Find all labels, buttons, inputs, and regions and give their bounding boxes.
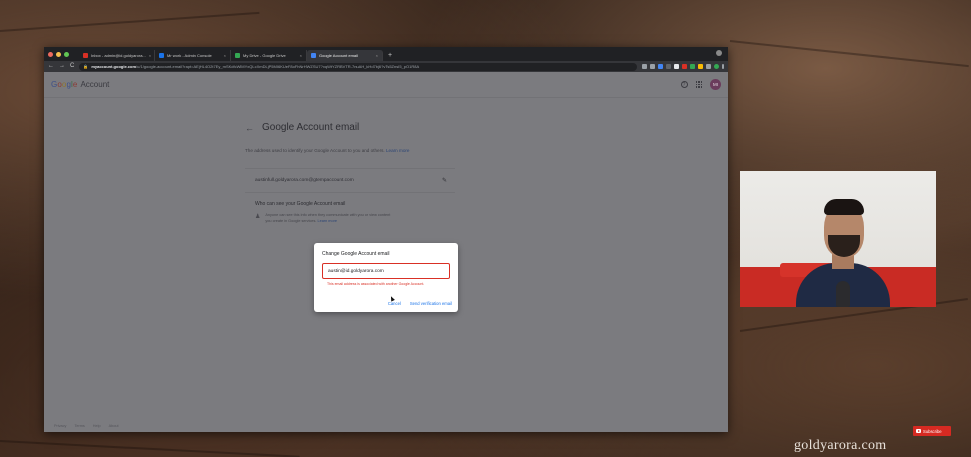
profile-icon[interactable] bbox=[714, 64, 719, 69]
extension-icon[interactable] bbox=[690, 64, 695, 69]
subscribe-button[interactable]: Subscribe bbox=[913, 426, 951, 436]
tab-label: Inbox - admin@id.goldyarora... bbox=[91, 53, 146, 58]
new-tab-button[interactable]: + bbox=[383, 50, 397, 61]
product-name: Account bbox=[80, 80, 110, 89]
address-bar[interactable]: 🔒 myaccount.google.com/u/1/google-accoun… bbox=[79, 62, 637, 71]
tab-google-account-email[interactable]: Google Account email × bbox=[307, 50, 383, 61]
tab-label: Mr work - Admin Console bbox=[167, 53, 212, 58]
tab-google-drive[interactable]: My Drive - Google Drive × bbox=[231, 50, 307, 61]
subscribe-label: Subscribe bbox=[923, 428, 942, 434]
microphone-icon bbox=[836, 281, 850, 307]
back-arrow-icon[interactable]: ← bbox=[245, 123, 254, 133]
dialog-actions: Cancel Send verification email bbox=[388, 301, 452, 306]
header-actions: ? MI bbox=[680, 79, 721, 90]
key-icon[interactable] bbox=[642, 64, 647, 69]
back-button[interactable]: ← bbox=[48, 61, 54, 72]
tab-inbox[interactable]: Inbox - admin@id.goldyarora... × bbox=[79, 50, 155, 61]
apps-grid-icon[interactable] bbox=[695, 81, 702, 88]
email-error-message: This email address is associated with an… bbox=[327, 282, 425, 286]
dialog-title: Change Google Account email bbox=[322, 251, 390, 257]
learn-more-link[interactable]: Learn more bbox=[386, 148, 410, 153]
star-icon[interactable] bbox=[650, 64, 655, 69]
help-icon[interactable]: ? bbox=[680, 81, 688, 88]
lock-icon: 🔒 bbox=[83, 64, 89, 69]
footer-link-privacy[interactable]: Privacy bbox=[54, 424, 66, 428]
close-window-button[interactable] bbox=[48, 51, 53, 57]
url-text: myaccount.google.com/u/1/google-account-… bbox=[91, 64, 419, 69]
google-icon bbox=[311, 53, 316, 58]
url-path: /u/1/google-account-email?rapt=AEjHL4O2t… bbox=[136, 64, 420, 69]
extension-icon[interactable] bbox=[698, 64, 703, 69]
people-icon: ♟ bbox=[255, 214, 261, 220]
cancel-button[interactable]: Cancel bbox=[388, 301, 401, 306]
window-controls bbox=[48, 47, 69, 61]
extension-icon[interactable] bbox=[658, 64, 663, 69]
wood-grain bbox=[0, 440, 300, 457]
footer-link-about[interactable]: About bbox=[109, 424, 119, 428]
page: Google Account ? MI ← Google Account ema… bbox=[44, 72, 728, 432]
google-logo[interactable]: Google bbox=[51, 80, 77, 89]
wood-grain bbox=[729, 40, 969, 68]
who-can-see-text: Anyone can see this info when they commu… bbox=[265, 213, 395, 224]
url-domain: myaccount.google.com bbox=[91, 64, 137, 69]
title-row: ← Google Account email bbox=[245, 122, 455, 133]
extension-icon[interactable] bbox=[682, 64, 687, 69]
forward-button[interactable]: → bbox=[59, 61, 65, 72]
who-learn-more-link[interactable]: Learn more bbox=[318, 219, 337, 223]
browser-window: Inbox - admin@id.goldyarora... × Mr work… bbox=[44, 47, 728, 432]
drive-icon bbox=[235, 53, 240, 58]
send-verification-button[interactable]: Send verification email bbox=[410, 301, 452, 306]
edit-icon[interactable]: ✎ bbox=[442, 177, 447, 184]
tab-label: My Drive - Google Drive bbox=[243, 53, 286, 58]
close-tab-icon[interactable]: × bbox=[149, 53, 151, 58]
current-email-row[interactable]: austinfull.goldyarora.com@gtempaccount.c… bbox=[245, 168, 455, 193]
tab-bar: Inbox - admin@id.goldyarora... × Mr work… bbox=[44, 47, 728, 61]
minimize-window-button[interactable] bbox=[56, 51, 61, 57]
extension-icon[interactable] bbox=[674, 64, 679, 69]
page-footer: Privacy Terms Help About bbox=[54, 424, 119, 428]
avatar[interactable]: MI bbox=[710, 79, 721, 90]
close-tab-icon[interactable]: × bbox=[376, 53, 378, 58]
extension-icon[interactable] bbox=[706, 64, 711, 69]
footer-link-help[interactable]: Help bbox=[93, 424, 101, 428]
close-tab-icon[interactable]: × bbox=[300, 53, 302, 58]
extensions-area bbox=[642, 64, 724, 69]
change-email-dialog: Change Google Account email austin@id.go… bbox=[314, 243, 458, 312]
who-can-see-section: ♟ Anyone can see this info when they com… bbox=[245, 213, 455, 224]
admin-console-icon bbox=[159, 53, 164, 58]
extension-icon[interactable] bbox=[666, 64, 671, 69]
menu-icon[interactable] bbox=[722, 64, 724, 69]
youtube-icon bbox=[916, 429, 921, 433]
description-text: The address used to identify your Google… bbox=[245, 148, 385, 153]
webcam-overlay bbox=[740, 171, 936, 307]
reload-button[interactable]: C bbox=[70, 61, 74, 72]
tab-label: Google Account email bbox=[319, 53, 358, 58]
main-content: ← Google Account email The address used … bbox=[245, 122, 455, 224]
browser-toolbar: ← → C 🔒 myaccount.google.com/u/1/google-… bbox=[44, 61, 728, 72]
new-email-input[interactable]: austin@id.goldyarora.com bbox=[322, 263, 450, 279]
tab-search-icon[interactable] bbox=[716, 50, 722, 56]
who-can-see-heading: Who can see your Google Account email bbox=[255, 201, 346, 207]
page-title: Google Account email bbox=[262, 122, 360, 133]
wood-grain bbox=[0, 11, 260, 32]
page-description: The address used to identify your Google… bbox=[245, 147, 455, 154]
gmail-icon bbox=[83, 53, 88, 58]
current-email: austinfull.goldyarora.com@gtempaccount.c… bbox=[255, 178, 354, 183]
channel-watermark: goldyarora.com bbox=[794, 438, 887, 453]
tab-admin-console[interactable]: Mr work - Admin Console × bbox=[155, 50, 231, 61]
google-account-header: Google Account ? MI bbox=[44, 72, 728, 98]
close-tab-icon[interactable]: × bbox=[224, 53, 226, 58]
maximize-window-button[interactable] bbox=[64, 51, 69, 57]
footer-link-terms[interactable]: Terms bbox=[74, 424, 84, 428]
